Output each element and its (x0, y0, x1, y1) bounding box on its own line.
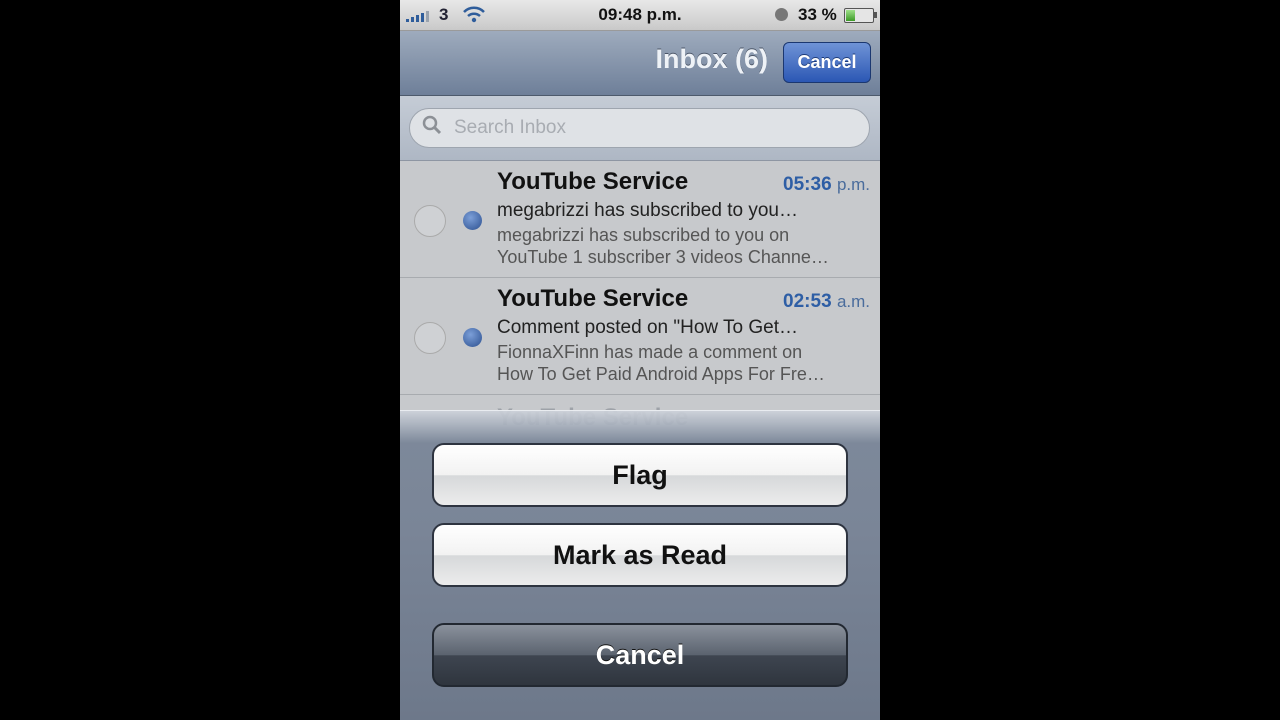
message-preview-line: FionnaXFinn has made a comment on (497, 342, 803, 362)
action-sheet: Flag Mark as Read Cancel (400, 410, 880, 720)
message-time-suffix: a.m. (836, 292, 870, 311)
unread-dot-icon (463, 328, 482, 347)
message-time: 05:36 p.m. (783, 174, 870, 196)
unread-dot-icon (463, 211, 482, 230)
message-row[interactable]: YouTube Service 05:36 p.m. megabrizzi ha… (400, 161, 880, 278)
search-placeholder: Search Inbox (454, 117, 566, 138)
message-sender: YouTube Service (497, 285, 689, 312)
message-preview: FionnaXFinn has made a comment on How To… (497, 341, 862, 385)
sheet-cancel-button[interactable]: Cancel (432, 623, 848, 687)
select-checkbox[interactable] (414, 322, 446, 354)
search-bar: Search Inbox (400, 96, 880, 161)
search-icon (422, 115, 442, 141)
message-preview: megabrizzi has subscribed to you on YouT… (497, 224, 862, 268)
navigation-bar: Inbox (6) Cancel (400, 31, 880, 96)
message-row[interactable]: YouTube Service 02:53 a.m. Comment poste… (400, 278, 880, 395)
message-time-suffix: p.m. (836, 175, 870, 194)
nav-cancel-button[interactable]: Cancel (783, 42, 871, 83)
message-subject: Comment posted on "How To Get… (497, 317, 799, 338)
message-time-value: 05:36 (783, 174, 832, 195)
orientation-lock-icon (775, 8, 788, 21)
battery-percent: 33 % (798, 5, 837, 24)
message-list: YouTube Service 05:36 p.m. megabrizzi ha… (400, 161, 880, 427)
message-sender: YouTube Service (497, 168, 689, 195)
message-preview-line: How To Get Paid Android Apps For Fre… (497, 364, 825, 384)
flag-button[interactable]: Flag (432, 443, 848, 507)
battery-icon (844, 8, 877, 23)
message-preview-line: megabrizzi has subscribed to you on (497, 225, 790, 245)
phone-screen: 3 09:48 p.m. 33 % Inbox (6) Cancel Searc… (400, 0, 880, 720)
battery-level (846, 10, 855, 21)
select-checkbox[interactable] (414, 205, 446, 237)
page-title: Inbox (6) (655, 44, 769, 74)
message-time: 02:53 a.m. (783, 291, 870, 313)
mark-as-read-button[interactable]: Mark as Read (432, 523, 848, 587)
message-subject: megabrizzi has subscribed to you… (497, 200, 798, 221)
status-bar: 3 09:48 p.m. 33 % (400, 0, 880, 31)
search-input[interactable]: Search Inbox (409, 108, 870, 148)
message-time-value: 02:53 (783, 291, 832, 312)
message-preview-line: YouTube 1 subscriber 3 videos Channe… (497, 247, 829, 267)
